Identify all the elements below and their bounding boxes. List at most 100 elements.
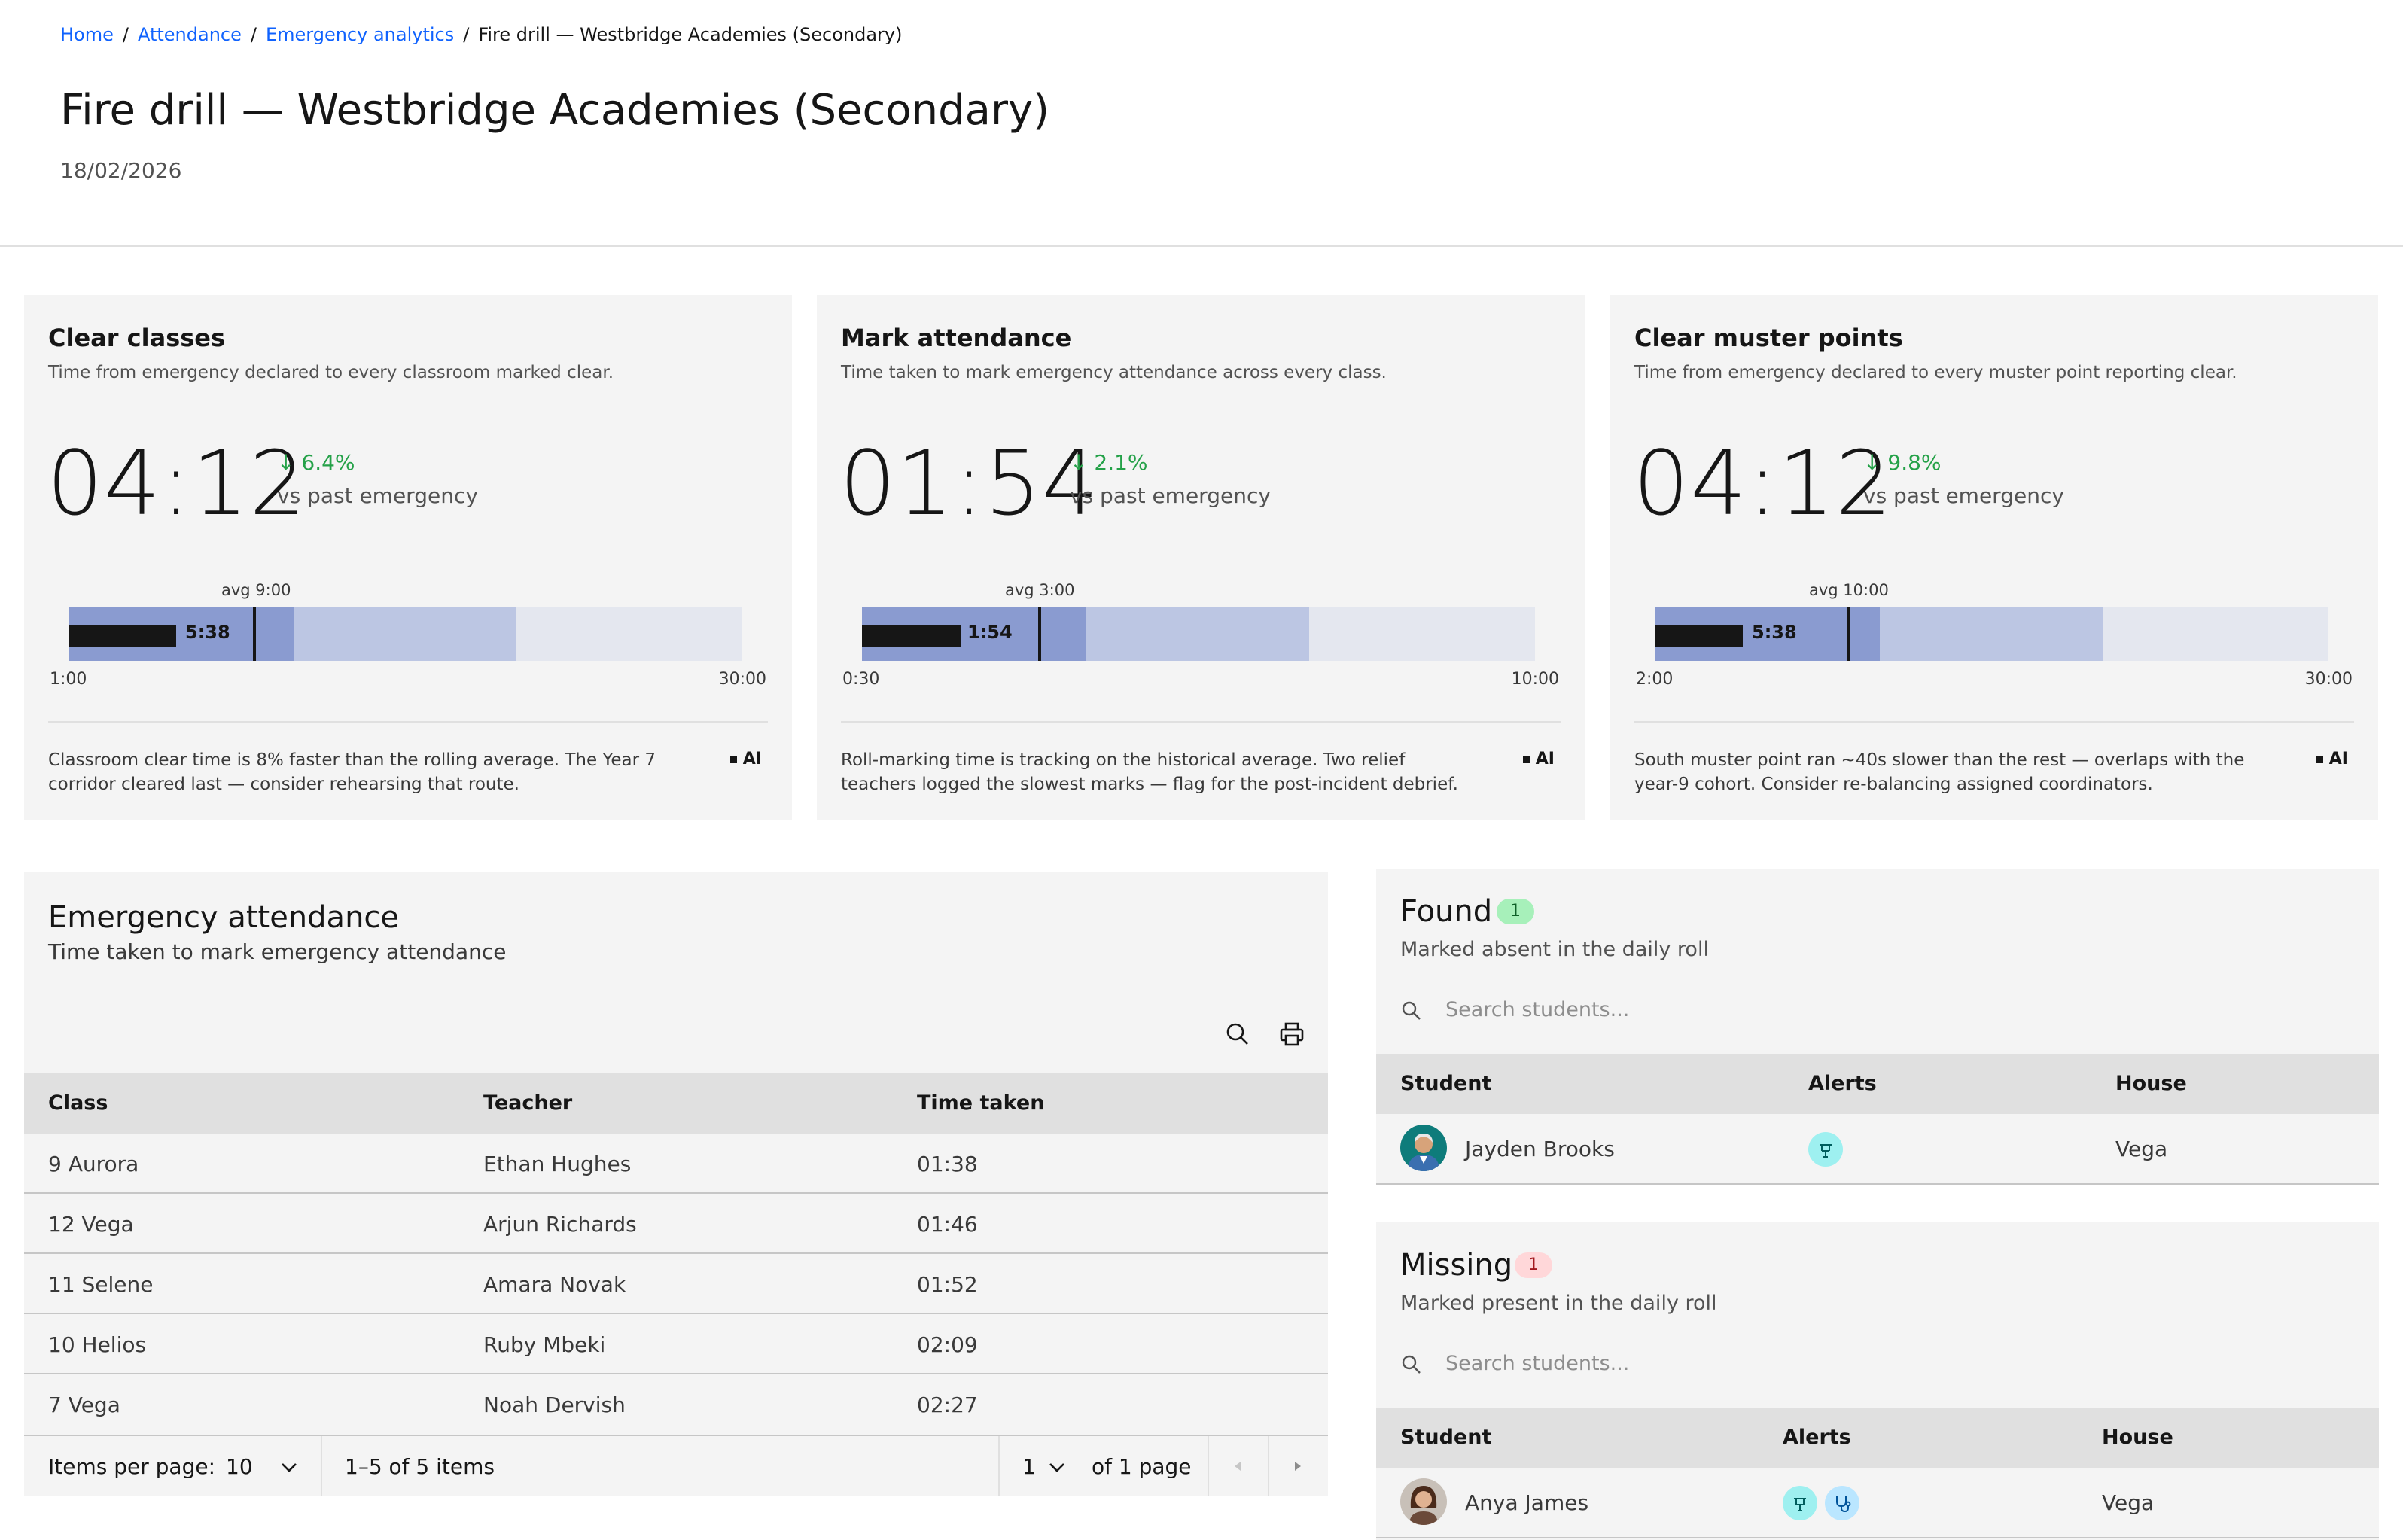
column-header-student[interactable]: Student (1400, 1426, 1491, 1449)
cell-house: Vega (2115, 1137, 2168, 1161)
column-header-teacher[interactable]: Teacher (483, 1091, 572, 1115)
missing-search[interactable]: Search students... (1400, 1352, 1629, 1376)
metric-description: Time taken to mark emergency attendance … (841, 363, 1387, 382)
print-icon[interactable] (1278, 1021, 1305, 1048)
metric-title: Clear muster points (1634, 324, 1903, 352)
page-select[interactable]: 1 (1022, 1454, 1066, 1479)
pager-divider (321, 1436, 322, 1496)
breadcrumb-current: Fire drill — Westbridge Academies (Secon… (478, 24, 903, 45)
cell-class: 9 Aurora (48, 1152, 139, 1176)
student-link[interactable]: Anya James (1465, 1490, 1588, 1515)
missing-table-header: Student Alerts House (1376, 1408, 2379, 1468)
metric-comparison: vs past emergency (277, 483, 478, 508)
breadcrumb-home[interactable]: Home (60, 24, 114, 45)
page-value: 1 (1022, 1454, 1036, 1479)
header-divider (0, 245, 2403, 247)
bar-axis-min: 0:30 (842, 670, 880, 689)
breadcrumb-emergency-analytics[interactable]: Emergency analytics (266, 24, 454, 45)
cell-class: 10 Helios (48, 1332, 147, 1357)
delta-value: 9.8% (1887, 450, 1942, 475)
items-range: 1–5 of 5 items (345, 1454, 495, 1479)
page-count: of 1 page (1092, 1454, 1192, 1479)
breadcrumb-attendance[interactable]: Attendance (138, 24, 242, 45)
table-row[interactable]: 9 Aurora Ethan Hughes 01:38 (24, 1134, 1328, 1194)
ai-insight: South muster point ran ~40s slower than … (1634, 750, 2245, 794)
table-row[interactable]: Jayden Brooks Vega (1376, 1114, 2379, 1185)
table-header: Class Teacher Time taken (24, 1073, 1328, 1134)
pager-divider (1208, 1436, 1209, 1496)
bar-current-label: 1:54 (967, 622, 1013, 643)
cell-time: 02:27 (917, 1392, 978, 1417)
items-per-page-value: 10 (226, 1454, 253, 1479)
found-panel: Found 1 Marked absent in the daily roll … (1376, 869, 2379, 1185)
bullet-bar: 5:38 (1655, 607, 2328, 661)
found-count-badge: 1 (1497, 899, 1534, 924)
bar-avg-label: avg 3:00 (1005, 581, 1075, 599)
column-header-house[interactable]: House (2102, 1426, 2173, 1449)
cell-time: 01:52 (917, 1272, 978, 1297)
ai-badge: AI (1523, 750, 1555, 768)
bar-current-label: 5:38 (185, 622, 230, 643)
items-per-page-select[interactable]: 10 (226, 1454, 298, 1479)
table-row[interactable]: Anya James Vega (1376, 1468, 2379, 1538)
metric-title: Clear classes (48, 324, 226, 352)
student-link[interactable]: Jayden Brooks (1465, 1137, 1615, 1161)
bar-axis-max: 10:00 (1511, 670, 1559, 689)
metric-value: 04:12 (47, 431, 307, 535)
missing-title: Missing (1400, 1248, 1513, 1283)
search-placeholder: Search students... (1445, 998, 1630, 1021)
bar-avg-marker (1038, 607, 1041, 661)
medical-alert-icon[interactable] (1783, 1486, 1817, 1520)
metric-comparison: vs past emergency (1070, 483, 1271, 508)
column-header-student[interactable]: Student (1400, 1072, 1491, 1095)
table-row[interactable]: 7 Vega Noah Dervish 02:27 (24, 1374, 1328, 1435)
metric-delta: ↓ 6.4% (277, 450, 355, 475)
metric-comparison: vs past emergency (1863, 483, 2064, 508)
column-header-class[interactable]: Class (48, 1091, 108, 1115)
column-header-time-taken[interactable]: Time taken (917, 1091, 1044, 1115)
column-header-house[interactable]: House (2115, 1072, 2187, 1095)
table-row[interactable]: 11 Selene Amara Novak 01:52 (24, 1254, 1328, 1314)
breadcrumb-separator: / (122, 24, 129, 45)
metric-delta: ↓ 9.8% (1863, 450, 1942, 475)
avatar (1400, 1125, 1447, 1171)
next-page-icon[interactable] (1289, 1456, 1307, 1481)
found-table-header: Student Alerts House (1376, 1054, 2379, 1114)
cell-time: 01:38 (917, 1152, 978, 1176)
found-search[interactable]: Search students... (1400, 998, 1629, 1022)
column-header-alerts[interactable]: Alerts (1808, 1072, 1877, 1095)
bar-axis-max: 30:00 (718, 670, 766, 689)
column-header-alerts[interactable]: Alerts (1783, 1426, 1851, 1449)
search-icon (1402, 1355, 1421, 1374)
breadcrumb-separator: / (250, 24, 257, 45)
bar-avg-label: avg 10:00 (1809, 581, 1889, 599)
cell-teacher: Ruby Mbeki (483, 1332, 606, 1357)
metric-description: Time from emergency declared to every mu… (1634, 363, 2237, 382)
pagination: Items per page: 10 1–5 of 5 items 1 of 1… (24, 1435, 1328, 1496)
ai-badge: AI (2316, 750, 2348, 768)
bar-current-label: 5:38 (1752, 622, 1797, 643)
metric-value: 04:12 (1633, 431, 1893, 535)
bar-axis-min: 2:00 (1636, 670, 1674, 689)
search-icon[interactable] (1224, 1021, 1251, 1048)
emergency-attendance-panel: Emergency attendance Time taken to mark … (24, 872, 1328, 1496)
cell-teacher: Amara Novak (483, 1272, 626, 1297)
medical-alert-icon[interactable] (1808, 1132, 1843, 1167)
panel-title: Emergency attendance (48, 900, 400, 935)
panel-subtitle: Time taken to mark emergency attendance (48, 939, 507, 964)
ai-insight: Roll-marking time is tracking on the his… (841, 750, 1458, 794)
table-row[interactable]: 12 Vega Arjun Richards 01:46 (24, 1194, 1328, 1254)
missing-subtitle: Marked present in the daily roll (1400, 1292, 1717, 1315)
prev-page-icon[interactable] (1229, 1456, 1247, 1481)
stethoscope-icon[interactable] (1825, 1486, 1859, 1520)
chevron-down-icon (1049, 1463, 1064, 1472)
cell-class: 11 Selene (48, 1272, 154, 1297)
table-row[interactable]: 10 Helios Ruby Mbeki 02:09 (24, 1314, 1328, 1374)
cell-house: Vega (2102, 1490, 2155, 1515)
found-subtitle: Marked absent in the daily roll (1400, 938, 1709, 961)
bullet-bar: 1:54 (862, 607, 1535, 661)
metric-delta: ↓ 2.1% (1070, 450, 1148, 475)
pager-divider (1268, 1436, 1269, 1496)
delta-value: 2.1% (1094, 450, 1148, 475)
arrow-down-icon: ↓ (1070, 450, 1088, 475)
